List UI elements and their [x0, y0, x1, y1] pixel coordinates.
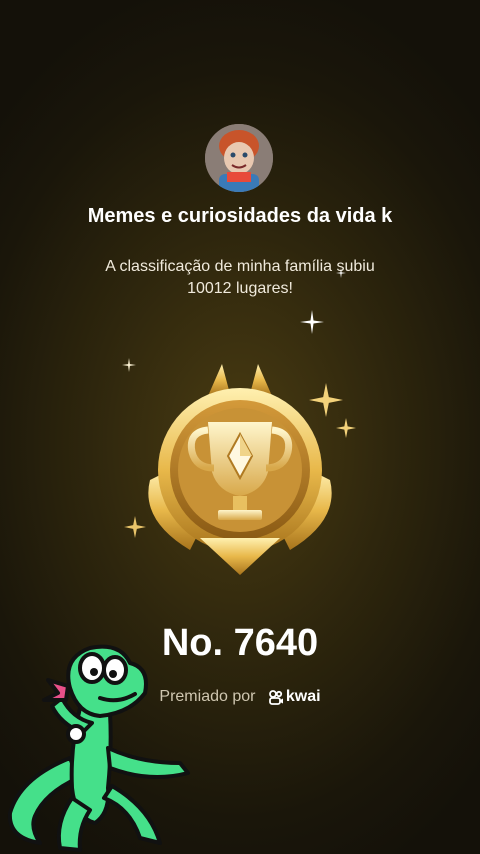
rank-up-message: A classificação de minha família subiu 1… [60, 256, 420, 300]
channel-name: Memes e curiosidades da vida k [87, 205, 393, 227]
message-line-1: A classificação de minha família subiu [105, 258, 375, 275]
channel-avatar[interactable] [205, 124, 273, 192]
award-brand: kwai [285, 688, 321, 705]
message-line-2: 10012 lugares! [187, 280, 293, 297]
sparkle-icon [336, 268, 346, 278]
sparkle-icon [300, 310, 324, 334]
trophy-medal-icon [148, 364, 332, 575]
kwai-logo-icon [269, 689, 283, 705]
avatar-image [205, 124, 273, 192]
lizard-sticker-icon [7, 644, 190, 852]
